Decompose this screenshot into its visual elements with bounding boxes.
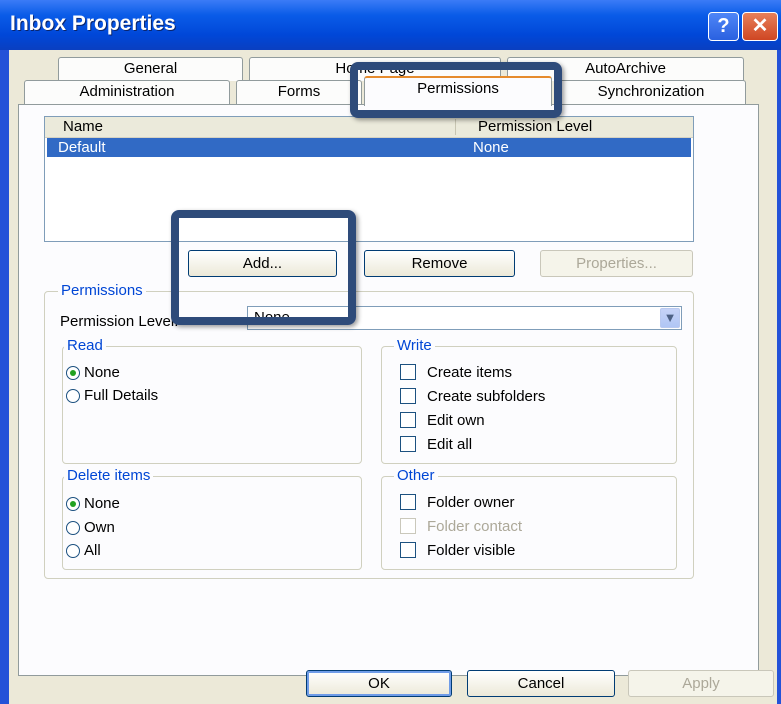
tab-permissions[interactable]: Permissions bbox=[364, 76, 552, 106]
read-full-details-radio[interactable] bbox=[66, 389, 80, 403]
permissions-user-list[interactable]: Name Permission Level Default None bbox=[44, 116, 694, 242]
read-full-details-label[interactable]: Full Details bbox=[84, 387, 158, 405]
edit-own-label[interactable]: Edit own bbox=[427, 412, 485, 430]
read-none-radio[interactable] bbox=[66, 366, 80, 380]
window-title: Inbox Properties bbox=[10, 12, 176, 35]
folder-owner-label[interactable]: Folder owner bbox=[427, 494, 515, 512]
permissions-group-label: Permissions bbox=[58, 283, 146, 299]
delete-all-radio[interactable] bbox=[66, 544, 80, 558]
delete-none-radio[interactable] bbox=[66, 497, 80, 511]
row-permission-level: None bbox=[473, 139, 509, 156]
chevron-down-icon[interactable]: ▼ bbox=[660, 308, 680, 328]
delete-own-label[interactable]: Own bbox=[84, 519, 115, 537]
folder-contact-label[interactable]: Folder contact bbox=[427, 518, 522, 536]
tab-synchronization[interactable]: Synchronization bbox=[556, 80, 746, 104]
list-header: Name Permission Level bbox=[45, 117, 693, 138]
delete-none-label[interactable]: None bbox=[84, 495, 120, 513]
title-bar[interactable]: Inbox Properties ? ✕ bbox=[0, 0, 781, 50]
folder-owner-checkbox[interactable] bbox=[400, 494, 416, 510]
folder-visible-checkbox[interactable] bbox=[400, 542, 416, 558]
list-row[interactable]: Default None bbox=[47, 138, 691, 157]
help-icon[interactable]: ? bbox=[708, 12, 739, 41]
create-subfolders-checkbox[interactable] bbox=[400, 388, 416, 404]
folder-visible-label[interactable]: Folder visible bbox=[427, 542, 515, 560]
tab-general[interactable]: General bbox=[58, 57, 243, 81]
write-group-label: Write bbox=[394, 338, 435, 354]
create-items-label[interactable]: Create items bbox=[427, 364, 512, 382]
create-items-checkbox[interactable] bbox=[400, 364, 416, 380]
column-separator[interactable] bbox=[455, 119, 456, 135]
permission-level-label: Permission Level: bbox=[60, 313, 179, 330]
apply-button[interactable]: Apply bbox=[628, 670, 774, 697]
delete-own-radio[interactable] bbox=[66, 521, 80, 535]
ok-button[interactable]: OK bbox=[306, 670, 452, 697]
tab-forms[interactable]: Forms bbox=[236, 80, 362, 104]
cancel-button[interactable]: Cancel bbox=[467, 670, 615, 697]
edit-all-checkbox[interactable] bbox=[400, 436, 416, 452]
edit-own-checkbox[interactable] bbox=[400, 412, 416, 428]
remove-button[interactable]: Remove bbox=[364, 250, 515, 277]
highlight-box-add-button bbox=[171, 210, 356, 325]
column-header-name[interactable]: Name bbox=[63, 117, 103, 137]
properties-button[interactable]: Properties... bbox=[540, 250, 693, 277]
delete-all-label[interactable]: All bbox=[84, 542, 101, 560]
read-none-label[interactable]: None bbox=[84, 364, 120, 382]
column-header-permission-level[interactable]: Permission Level bbox=[478, 117, 592, 137]
other-group bbox=[381, 476, 677, 570]
delete-items-group-label: Delete items bbox=[64, 468, 154, 484]
folder-contact-checkbox[interactable] bbox=[400, 518, 416, 534]
create-subfolders-label[interactable]: Create subfolders bbox=[427, 388, 545, 406]
close-icon[interactable]: ✕ bbox=[742, 12, 778, 41]
other-group-label: Other bbox=[394, 468, 438, 484]
edit-all-label[interactable]: Edit all bbox=[427, 436, 472, 454]
row-name: Default bbox=[58, 139, 106, 156]
tab-administration[interactable]: Administration bbox=[24, 80, 230, 104]
read-group-label: Read bbox=[64, 338, 106, 354]
